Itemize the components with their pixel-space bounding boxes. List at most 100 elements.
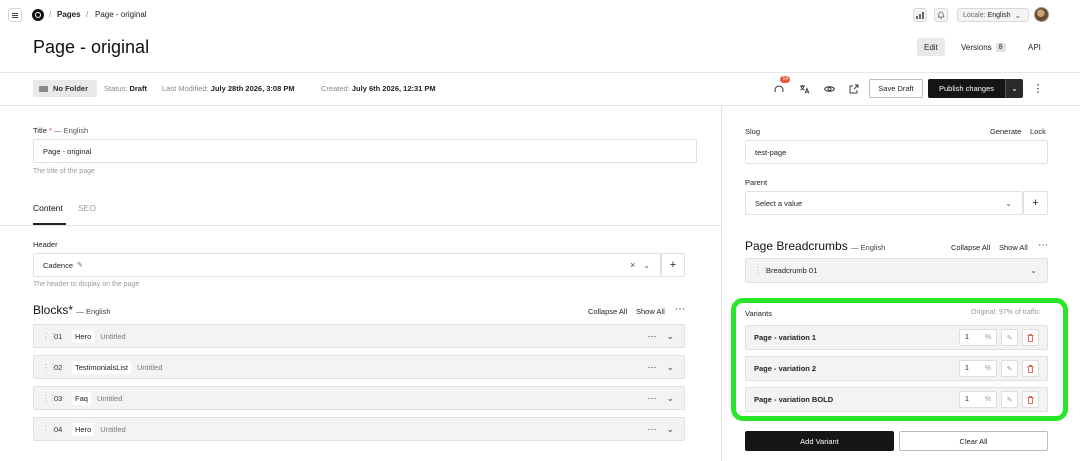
- title-input[interactable]: Page - original: [33, 139, 697, 163]
- header-select[interactable]: Cadence ✎ × ⌄: [33, 253, 661, 277]
- header-hint: The header to display on the page: [33, 281, 140, 288]
- parent-placeholder: Select a value: [755, 198, 803, 208]
- variant-row[interactable]: Page - variation 2 1 % ✎: [745, 356, 1048, 381]
- breadcrumbs-title: Page Breadcrumbs — English: [745, 239, 885, 253]
- kebab-icon[interactable]: ⋯: [1038, 240, 1048, 251]
- edit-icon[interactable]: ✎: [1001, 360, 1018, 377]
- variant-percent-input[interactable]: 1 %: [959, 329, 997, 346]
- trash-icon[interactable]: [1022, 391, 1039, 408]
- kebab-icon[interactable]: ⋯: [647, 331, 656, 342]
- edit-icon[interactable]: ✎: [77, 261, 83, 269]
- drag-handle-icon[interactable]: ⋮⋮: [42, 332, 57, 341]
- tab-api[interactable]: API: [1021, 38, 1048, 56]
- chevron-down-icon[interactable]: ⌄: [1030, 266, 1037, 275]
- tab-content[interactable]: Content: [33, 203, 63, 213]
- drag-handle-icon[interactable]: ⋮⋮: [42, 363, 57, 372]
- chevron-down-icon[interactable]: ⌄: [666, 362, 674, 373]
- chevron-down-icon[interactable]: ⌄: [666, 393, 674, 404]
- tab-seo[interactable]: SEO: [78, 203, 96, 213]
- block-type: Hero: [72, 329, 95, 343]
- drag-handle-icon[interactable]: ⋮⋮: [42, 394, 57, 403]
- logo-icon[interactable]: [32, 9, 44, 21]
- status-info: Status: Draft: [104, 84, 147, 93]
- variant-name: Page - variation 1: [754, 333, 817, 342]
- title-label: Title * — English: [33, 126, 88, 135]
- folder-button[interactable]: No Folder: [33, 80, 97, 97]
- tab-versions-label: Versions: [961, 42, 992, 52]
- block-title: Untitled: [100, 331, 126, 341]
- block-type: Faq: [72, 391, 91, 405]
- divider: [0, 105, 1080, 106]
- comments-icon[interactable]: 14: [771, 76, 790, 97]
- add-header-button[interactable]: +: [661, 253, 685, 277]
- tab-versions[interactable]: Versions 8: [954, 38, 1013, 56]
- variant-percent-input[interactable]: 1 %: [959, 360, 997, 377]
- breadcrumb-row[interactable]: ⋮⋮ Breadcrumb 01 ⌄: [745, 258, 1048, 283]
- variant-row[interactable]: Page - variation 1 1 % ✎: [745, 325, 1048, 350]
- menu-icon[interactable]: [8, 8, 22, 22]
- add-variant-button[interactable]: Add Variant: [745, 431, 894, 451]
- variant-percent-value: 1: [965, 365, 969, 372]
- block-row[interactable]: ⋮⋮ 02 TestimonialsList Untitled ⋯ ⌄: [33, 355, 685, 379]
- parent-select[interactable]: Select a value ⌄: [745, 191, 1023, 215]
- eye-icon[interactable]: [821, 80, 837, 97]
- breadcrumb-separator: /: [49, 10, 52, 19]
- variant-percent-input[interactable]: 1 %: [959, 391, 997, 408]
- bell-icon[interactable]: [934, 8, 948, 22]
- block-row[interactable]: ⋮⋮ 04 Hero Untitled ⋯ ⌄: [33, 417, 685, 441]
- chevron-down-icon: ⌄: [1011, 84, 1018, 93]
- variant-row[interactable]: Page - variation BOLD 1 % ✎: [745, 387, 1048, 412]
- chart-icon[interactable]: [913, 8, 927, 22]
- locale-value: English: [987, 11, 1011, 19]
- folder-icon: [39, 85, 48, 92]
- modified-value: July 28th 2026, 3:08 PM: [210, 84, 295, 93]
- publish-button[interactable]: Publish changes: [928, 79, 1005, 98]
- show-all-link[interactable]: Show All: [999, 243, 1028, 252]
- modified-label: Last Modified:: [162, 84, 209, 93]
- collapse-all-link[interactable]: Collapse All: [951, 243, 990, 252]
- translate-icon[interactable]: [796, 80, 812, 97]
- breadcrumb-current: Page - original: [95, 10, 147, 19]
- block-number: 03: [54, 393, 63, 403]
- edit-icon[interactable]: ✎: [1001, 391, 1018, 408]
- kebab-icon[interactable]: ⋮: [1032, 80, 1044, 97]
- kebab-icon[interactable]: ⋯: [647, 362, 656, 373]
- collapse-all-link[interactable]: Collapse All: [588, 307, 627, 316]
- kebab-icon[interactable]: ⋯: [647, 393, 656, 404]
- variant-name: Page - variation 2: [754, 364, 817, 373]
- slug-label: Slug: [745, 127, 761, 136]
- drag-handle-icon[interactable]: ⋮⋮: [754, 266, 769, 275]
- blocks-title-text: Blocks*: [33, 303, 74, 317]
- kebab-icon[interactable]: ⋯: [675, 304, 685, 315]
- breadcrumbs-title-text: Page Breadcrumbs: [745, 239, 848, 253]
- block-row[interactable]: ⋮⋮ 03 Faq Untitled ⋯ ⌄: [33, 386, 685, 410]
- locale-selector[interactable]: Locale: English ⌄: [957, 8, 1029, 22]
- lock-link[interactable]: Lock: [1030, 127, 1046, 136]
- close-icon[interactable]: ×: [630, 260, 635, 270]
- clear-all-button[interactable]: Clear All: [899, 431, 1048, 451]
- drag-handle-icon[interactable]: ⋮⋮: [42, 425, 57, 434]
- block-number: 04: [54, 424, 63, 434]
- edit-icon[interactable]: ✎: [1001, 329, 1018, 346]
- add-parent-button[interactable]: +: [1023, 191, 1048, 215]
- breadcrumb-pages[interactable]: Pages: [57, 10, 81, 19]
- notification-badge: 14: [780, 76, 790, 83]
- external-link-icon[interactable]: [846, 80, 862, 97]
- block-row[interactable]: ⋮⋮ 01 Hero Untitled ⋯ ⌄: [33, 324, 685, 348]
- trash-icon[interactable]: [1022, 329, 1039, 346]
- blocks-title: Blocks* — English: [33, 303, 111, 317]
- chevron-down-icon[interactable]: ⌄: [643, 261, 650, 270]
- trash-icon[interactable]: [1022, 360, 1039, 377]
- plus-icon: +: [669, 259, 677, 271]
- tab-edit[interactable]: Edit: [917, 38, 945, 56]
- chevron-down-icon[interactable]: ⌄: [666, 331, 674, 342]
- generate-link[interactable]: Generate: [990, 127, 1021, 136]
- chevron-down-icon[interactable]: ⌄: [666, 424, 674, 435]
- publish-options-button[interactable]: ⌄: [1005, 79, 1023, 98]
- save-draft-button[interactable]: Save Draft: [869, 79, 923, 98]
- kebab-icon[interactable]: ⋯: [647, 424, 656, 435]
- avatar[interactable]: [1034, 7, 1049, 22]
- show-all-link[interactable]: Show All: [636, 307, 665, 316]
- locale-label: Locale:: [963, 11, 986, 19]
- slug-input[interactable]: test-page: [745, 140, 1048, 164]
